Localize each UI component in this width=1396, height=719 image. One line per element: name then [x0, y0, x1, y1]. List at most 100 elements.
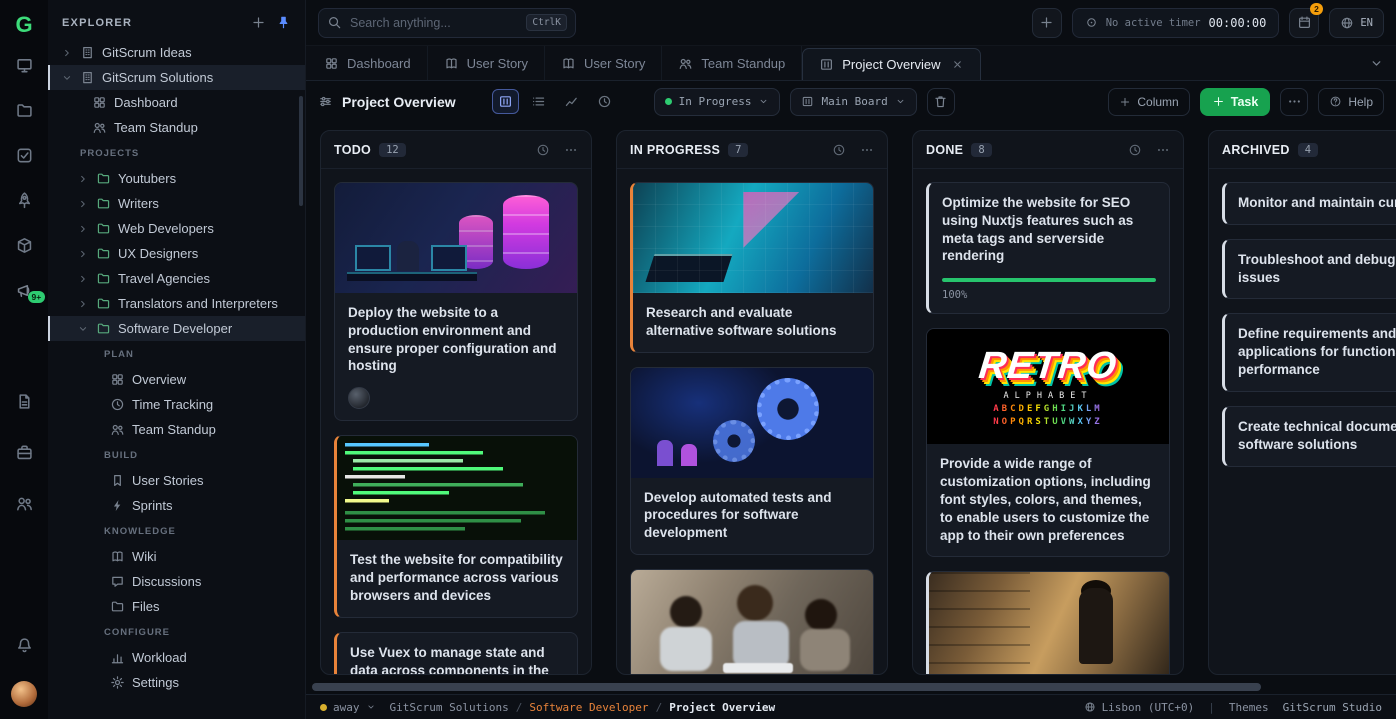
team-icon[interactable] [15, 494, 34, 513]
board-horizontal-scrollbar[interactable] [312, 682, 1390, 692]
assignee-avatar[interactable] [348, 387, 370, 409]
column-count-badge: 4 [1298, 143, 1318, 157]
close-tab-icon[interactable] [951, 58, 964, 71]
language-selector[interactable]: EN [1329, 8, 1384, 38]
sidebar-item-files[interactable]: Files [48, 594, 305, 619]
portfolio-icon[interactable] [15, 443, 34, 462]
announcements-button[interactable]: 9+ [15, 281, 34, 300]
task-card[interactable]: Collaborate with stakeholders to ensure … [630, 569, 874, 674]
rocket-icon[interactable] [15, 191, 34, 210]
more-options-button[interactable] [1280, 88, 1308, 116]
task-card[interactable]: Use Vuex to manage state and data across… [334, 632, 578, 674]
products-box-icon[interactable] [15, 236, 34, 255]
sidebar-project-travel-agencies[interactable]: Travel Agencies [48, 266, 305, 291]
sidebar-project-youtubers[interactable]: Youtubers [48, 166, 305, 191]
folder-icon [96, 246, 111, 261]
tasks-icon[interactable] [15, 146, 34, 165]
card-title: Create technical documentat software sol… [1238, 418, 1396, 454]
delete-board-button[interactable] [927, 88, 955, 116]
sidebar-project-writers[interactable]: Writers [48, 191, 305, 216]
timer-widget[interactable]: No active timer 00:00:00 [1072, 8, 1280, 38]
scrollbar-thumb[interactable] [312, 683, 1261, 691]
pin-sidebar-icon[interactable] [276, 15, 291, 30]
tab-overflow-chevron-icon[interactable] [1369, 56, 1384, 71]
tab-user-story-2[interactable]: User Story [545, 46, 662, 80]
list-view-button[interactable] [525, 89, 552, 114]
add-task-button[interactable]: Task [1200, 88, 1271, 116]
documents-icon[interactable] [15, 392, 34, 411]
calendar-button[interactable]: 2 [1289, 8, 1319, 38]
task-card[interactable]: Define requirements and eva applications… [1222, 313, 1396, 391]
sidebar-item-dashboard[interactable]: Dashboard [48, 90, 305, 115]
gitscrum-studio-link[interactable]: GitScrum Studio [1283, 701, 1382, 714]
explorer-sidebar: EXPLORER GitScrum Ideas GitScrum Solutio… [48, 0, 306, 719]
notifications-bell-icon[interactable] [15, 636, 34, 655]
sidebar-item-gitscrum-solutions[interactable]: GitScrum Solutions [48, 65, 305, 90]
tab-team-standup[interactable]: Team Standup [662, 46, 802, 80]
task-card[interactable]: Monitor and maintain curren [1222, 182, 1396, 225]
sidebar-item-label: Time Tracking [132, 397, 213, 412]
sidebar-item-wiki[interactable]: Wiki [48, 544, 305, 569]
sidebar-item-overview[interactable]: Overview [48, 367, 305, 392]
task-card[interactable]: Maintain and troubleshoot software compo… [926, 571, 1170, 674]
task-card[interactable]: Deploy the website to a production envir… [334, 182, 578, 421]
themes-link[interactable]: Themes [1229, 701, 1269, 714]
column-menu-icon[interactable] [1156, 143, 1170, 157]
book-icon [444, 56, 459, 71]
column-timer-icon[interactable] [1128, 143, 1142, 157]
projects-folder-icon[interactable] [15, 101, 34, 120]
sidebar-item-sprints[interactable]: Sprints [48, 493, 305, 518]
sidebar-item-settings[interactable]: Settings [48, 670, 305, 695]
help-button[interactable]: Help [1318, 88, 1384, 116]
gitscrum-logo[interactable]: G [9, 10, 39, 40]
sidebar-item-label: Translators and Interpreters [118, 296, 278, 311]
column-menu-icon[interactable] [564, 143, 578, 157]
sidebar-project-software-developer[interactable]: Software Developer [48, 316, 305, 341]
time-view-button[interactable] [591, 89, 618, 114]
task-card[interactable]: Research and evaluate alternative softwa… [630, 182, 874, 353]
task-card[interactable]: Develop automated tests and procedures f… [630, 367, 874, 555]
task-card[interactable]: Troubleshoot and debug app issues [1222, 239, 1396, 300]
board-view-button[interactable] [492, 89, 519, 114]
task-card[interactable]: RETRO ALPHABET ABCDEFGHIJKLM NOPQRSTUVWX… [926, 328, 1170, 557]
sidebar-item-user-stories[interactable]: User Stories [48, 468, 305, 493]
media-icon[interactable] [15, 56, 34, 75]
sidebar-item-gitscrum-ideas[interactable]: GitScrum Ideas [48, 40, 305, 65]
team-photo-image [631, 570, 873, 674]
user-avatar[interactable] [11, 681, 37, 707]
sidebar-item-team-standup-plan[interactable]: Team Standup [48, 417, 305, 442]
search-input[interactable] [350, 16, 518, 30]
breadcrumb-workspace[interactable]: GitScrum Solutions [390, 701, 509, 714]
sidebar-project-translators[interactable]: Translators and Interpreters [48, 291, 305, 316]
task-card[interactable]: Test the website for compatibility and p… [334, 435, 578, 617]
tab-project-overview[interactable]: Project Overview [802, 48, 980, 80]
tab-user-story-1[interactable]: User Story [428, 46, 545, 80]
tab-dashboard[interactable]: Dashboard [308, 46, 428, 80]
task-card[interactable]: Create technical documentat software sol… [1222, 406, 1396, 467]
breadcrumb-page[interactable]: Project Overview [669, 701, 775, 714]
global-search[interactable]: CtrlK [318, 8, 576, 38]
sidebar-item-team-standup[interactable]: Team Standup [48, 115, 305, 140]
sidebar-scrollbar[interactable] [299, 96, 303, 206]
task-card[interactable]: Optimize the website for SEO using Nuxtj… [926, 182, 1170, 314]
sidebar-item-discussions[interactable]: Discussions [48, 569, 305, 594]
tab-label: Project Overview [842, 57, 940, 72]
timezone-selector[interactable]: Lisbon (UTC+0) [1084, 701, 1195, 714]
sidebar-item-label: Workload [132, 650, 187, 665]
sidebar-item-time-tracking[interactable]: Time Tracking [48, 392, 305, 417]
presence-selector[interactable]: away [320, 701, 376, 714]
add-column-button[interactable]: Column [1108, 88, 1189, 116]
status-filter-dropdown[interactable]: In Progress [654, 88, 781, 116]
board-selector-dropdown[interactable]: Main Board [790, 88, 916, 116]
column-timer-icon[interactable] [832, 143, 846, 157]
breadcrumb-project[interactable]: Software Developer [529, 701, 648, 714]
book-icon [561, 56, 576, 71]
add-workspace-icon[interactable] [251, 15, 266, 30]
sidebar-project-ux-designers[interactable]: UX Designers [48, 241, 305, 266]
quick-add-button[interactable] [1032, 8, 1062, 38]
sidebar-project-web-developers[interactable]: Web Developers [48, 216, 305, 241]
column-menu-icon[interactable] [860, 143, 874, 157]
sidebar-item-workload[interactable]: Workload [48, 645, 305, 670]
chart-view-button[interactable] [558, 89, 585, 114]
column-timer-icon[interactable] [536, 143, 550, 157]
